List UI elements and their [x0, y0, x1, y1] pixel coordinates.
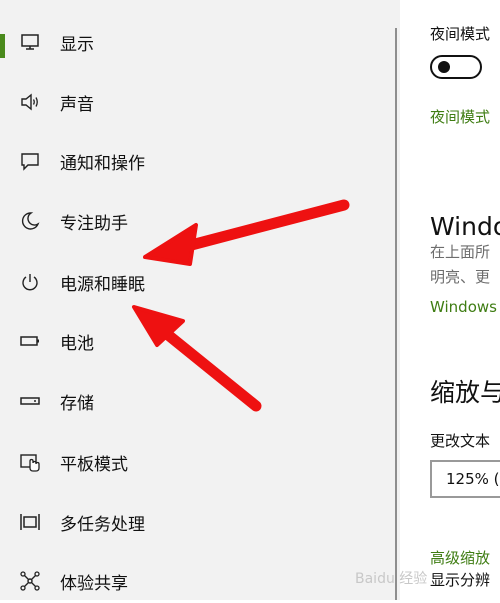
- sidebar-item-label: 平板模式: [60, 454, 128, 475]
- sidebar-item-label: 专注助手: [60, 213, 128, 234]
- tablet-icon: [19, 451, 41, 473]
- sidebar-scrollbar[interactable]: [395, 28, 397, 600]
- share-icon: [19, 570, 41, 592]
- baidu-watermark: Baidu 经验: [355, 571, 428, 587]
- sidebar-item-label: 电池: [60, 333, 94, 354]
- sidebar-item-storage[interactable]: 存储: [0, 379, 395, 423]
- sidebar-item-label: 显示: [60, 34, 94, 55]
- settings-sidebar: 显示 声音 通知和操作 专注助手 电源和睡眠 电池 存储 平板模式 多任务处理 …: [0, 0, 400, 600]
- sidebar-item-label: 多任务处理: [60, 514, 145, 535]
- sidebar-item-label: 电源和睡眠: [60, 274, 145, 295]
- sidebar-item-label: 体验共享: [60, 573, 128, 594]
- sidebar-item-tablet-mode[interactable]: 平板模式: [0, 440, 395, 484]
- night-mode-label: 夜间模式: [430, 25, 491, 43]
- scale-dropdown[interactable]: 125% (: [430, 460, 500, 498]
- sidebar-item-sound[interactable]: 声音: [0, 80, 395, 124]
- sidebar-item-multitasking[interactable]: 多任务处理: [0, 500, 395, 544]
- message-icon: [19, 150, 41, 172]
- toggle-knob: [438, 61, 450, 73]
- sidebar-item-label: 通知和操作: [60, 153, 145, 174]
- sidebar-item-battery[interactable]: 电池: [0, 319, 395, 363]
- monitor-icon: [19, 31, 41, 53]
- windows-hd-color-heading: Windo: [430, 212, 500, 241]
- battery-icon: [19, 330, 41, 352]
- change-text-size-label: 更改文本: [430, 432, 491, 450]
- display-settings-panel: 夜间模式 夜间模式 Windo 在上面所 明亮、更 Windows 缩放与 更改…: [400, 0, 500, 600]
- multitask-icon: [19, 511, 41, 533]
- night-mode-settings-link[interactable]: 夜间模式: [430, 106, 490, 127]
- night-mode-toggle[interactable]: [430, 55, 482, 79]
- sidebar-item-notifications[interactable]: 通知和操作: [0, 139, 395, 183]
- sidebar-item-power-sleep[interactable]: 电源和睡眠: [0, 260, 395, 304]
- advanced-scaling-link[interactable]: 高级缩放: [430, 547, 490, 568]
- windows-hd-desc-line2: 明亮、更: [430, 268, 491, 286]
- sidebar-item-focus-assist[interactable]: 专注助手: [0, 199, 395, 243]
- power-icon: [19, 271, 41, 293]
- sidebar-item-label: 声音: [60, 94, 94, 115]
- moon-icon: [19, 210, 41, 232]
- speaker-icon: [19, 91, 41, 113]
- sidebar-item-label: 存储: [60, 393, 94, 414]
- scale-dropdown-value: 125% (: [446, 470, 500, 488]
- windows-hd-desc-line1: 在上面所: [430, 243, 491, 261]
- display-resolution-label: 显示分辨: [430, 571, 491, 589]
- sidebar-item-shared-experiences[interactable]: 体验共享: [0, 559, 395, 603]
- storage-icon: [19, 390, 41, 412]
- windows-hd-settings-link[interactable]: Windows: [430, 298, 497, 316]
- scale-layout-heading: 缩放与: [430, 378, 500, 407]
- sidebar-item-display[interactable]: 显示: [0, 20, 395, 64]
